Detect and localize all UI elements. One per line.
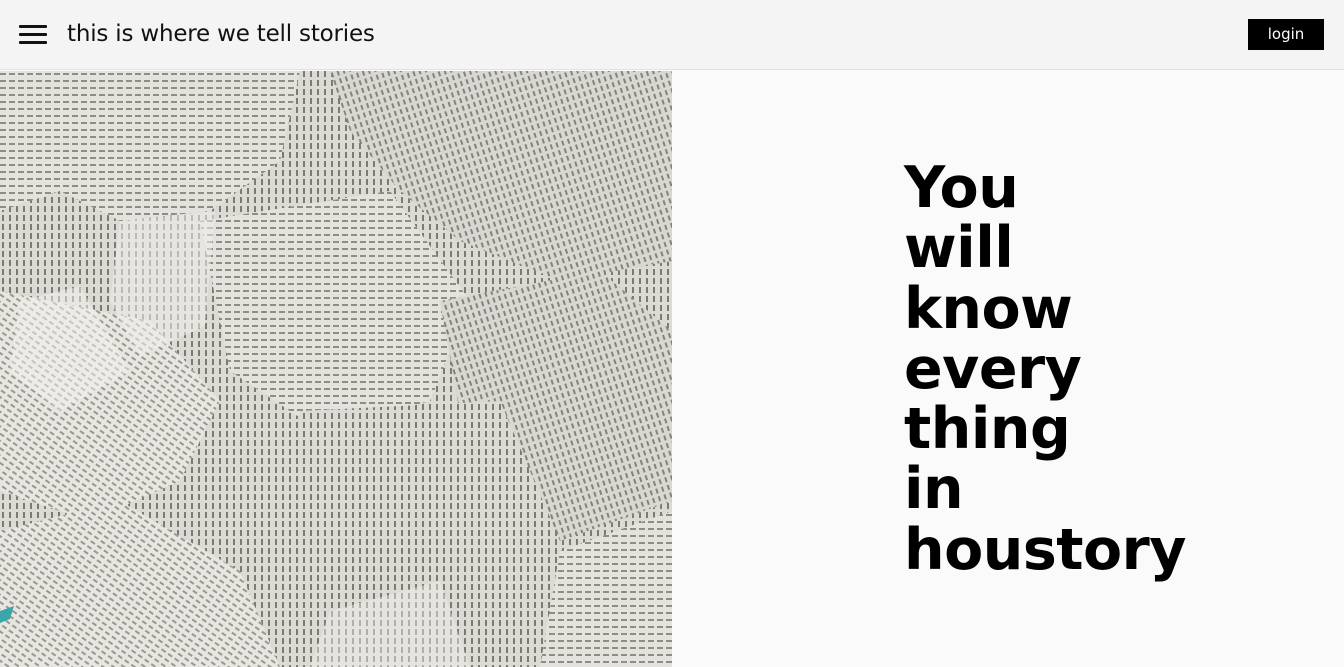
hero-tagline: You will know every thing in houstory [904, 158, 1186, 580]
tagline-line: will [904, 215, 1014, 282]
hamburger-menu-icon[interactable] [19, 24, 47, 46]
tagline-line: thing [904, 396, 1071, 463]
tagline-line: houstory [904, 516, 1186, 583]
menu-bar-line [19, 33, 47, 36]
menu-bar-line [19, 41, 47, 44]
top-navigation-bar: this is where we tell stories login [0, 0, 1344, 70]
newspaper-collage-image [0, 71, 672, 667]
tagline-line: every [904, 335, 1082, 402]
tagline-line: You [904, 155, 1019, 221]
menu-bar-line [19, 25, 47, 28]
tagline-line: in [904, 456, 964, 523]
tagline-line: know [904, 275, 1073, 342]
site-title: this is where we tell stories [67, 21, 375, 47]
login-button[interactable]: login [1248, 19, 1324, 50]
